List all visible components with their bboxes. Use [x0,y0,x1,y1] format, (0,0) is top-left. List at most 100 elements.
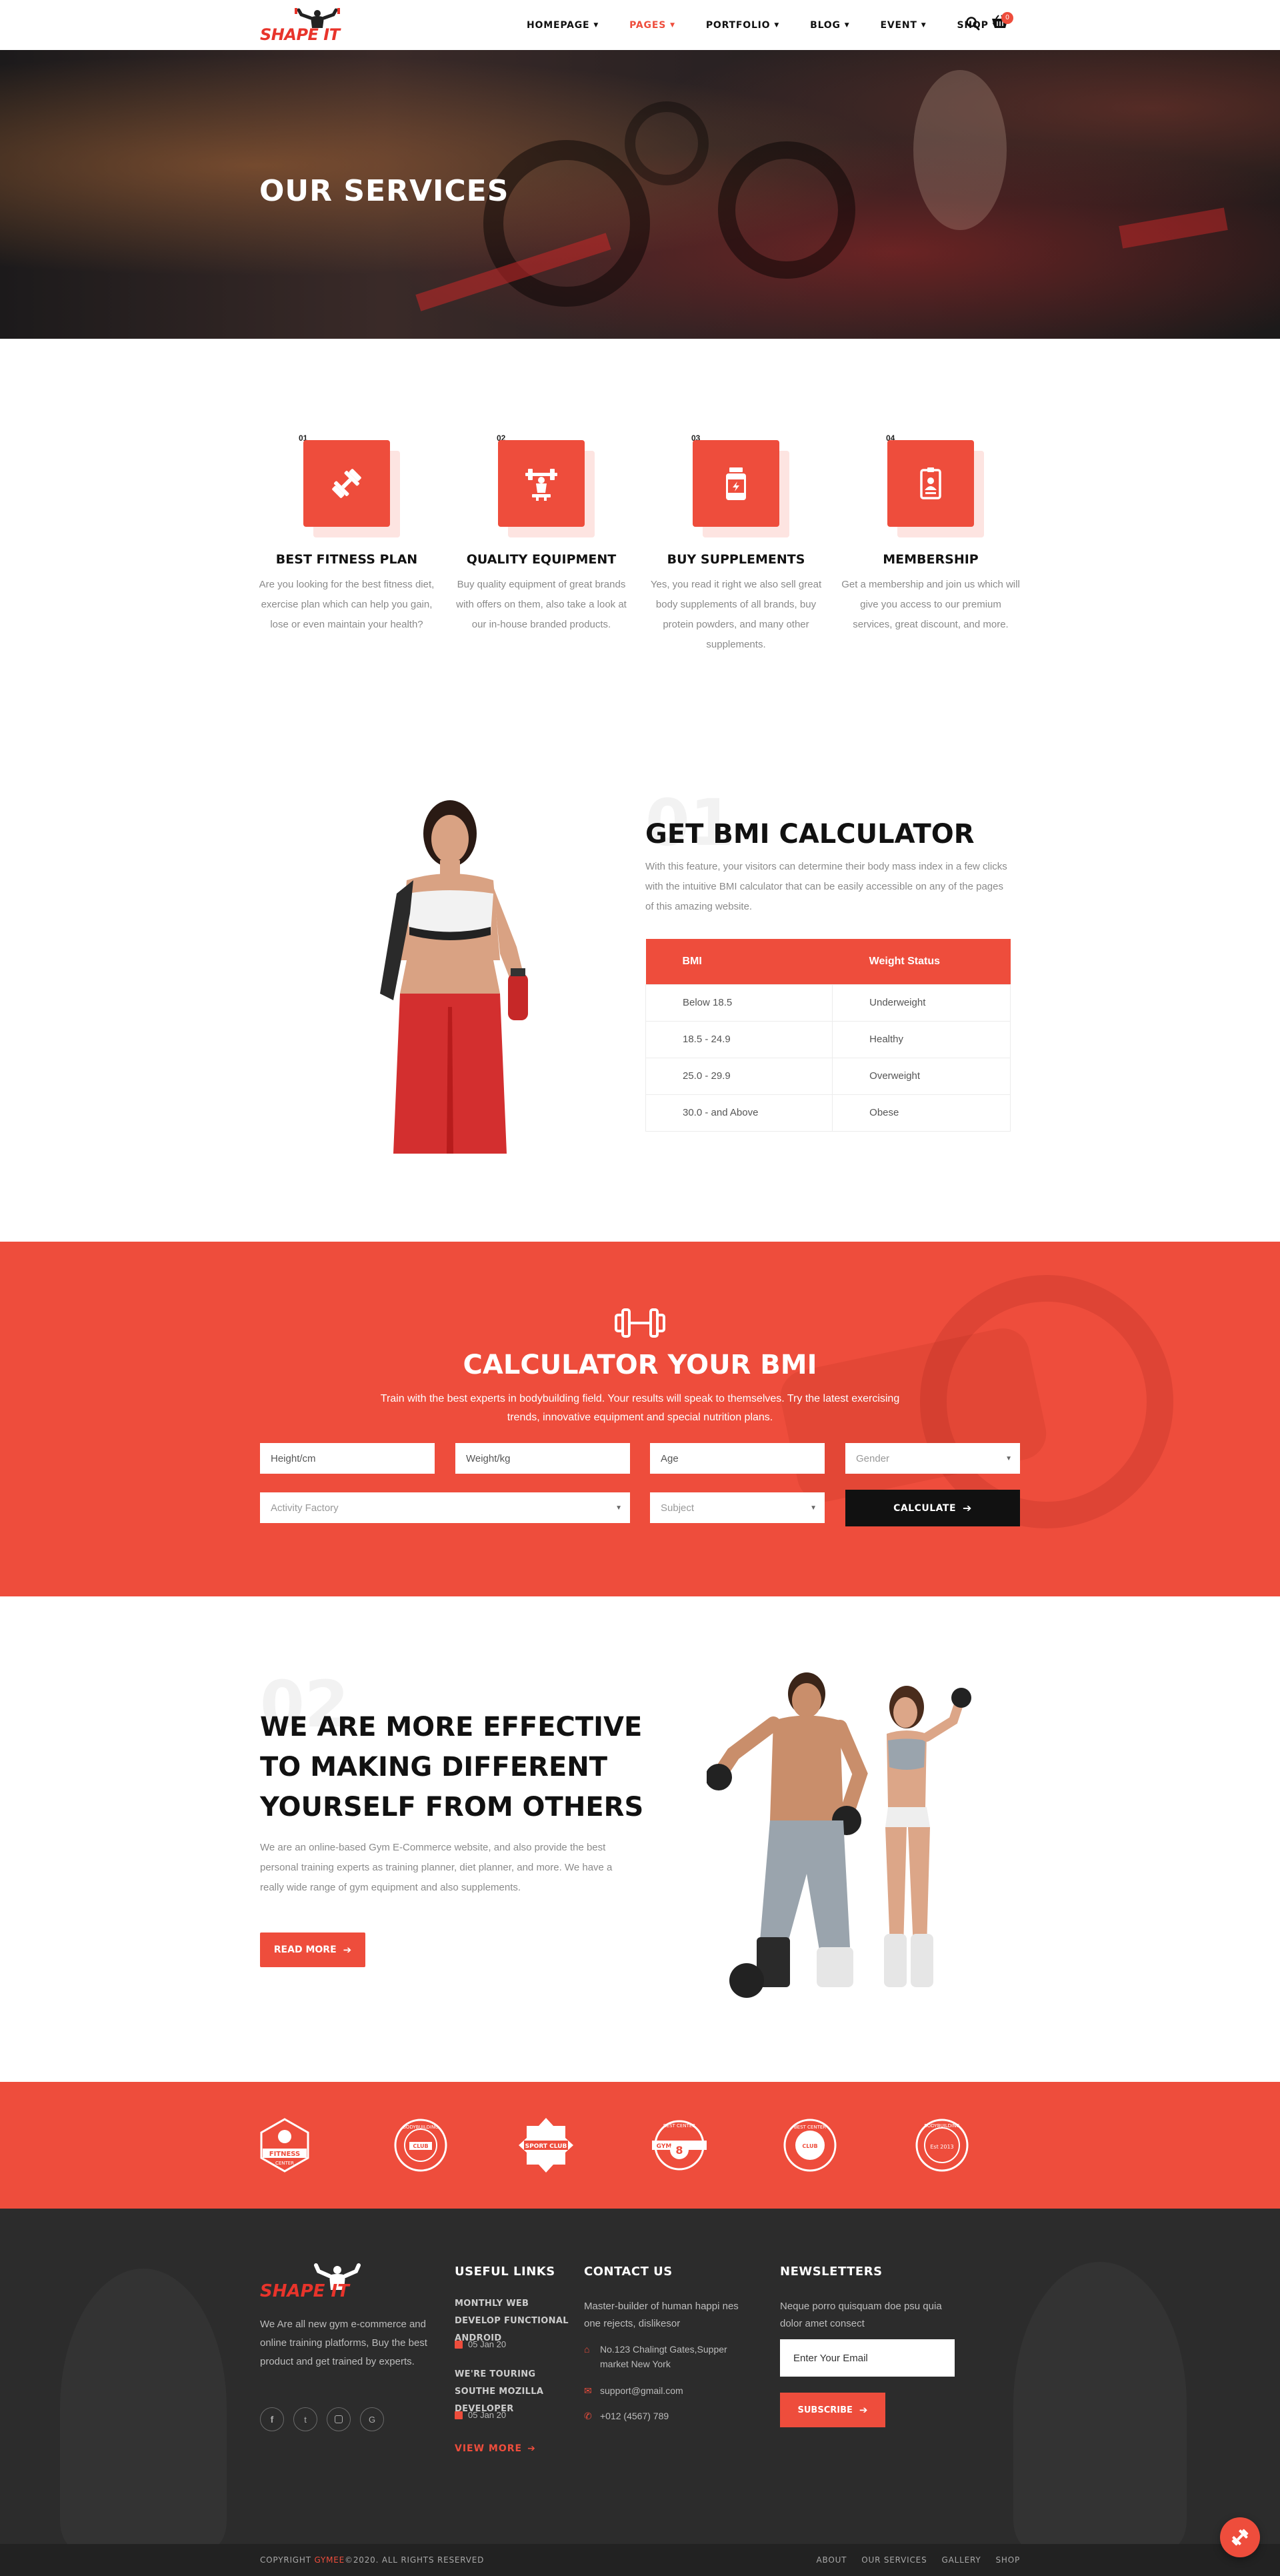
service-title: BEST FITNESS PLAN [275,552,418,567]
gender-select[interactable]: Gender ▼ [845,1443,1020,1474]
service-title: MEMBERSHIP [883,552,979,567]
table-header: Weight Status [832,939,1011,984]
copyright-brand[interactable]: GYMEE [314,2555,345,2565]
select-value: Gender [856,1452,890,1464]
logo-label: FITNESS [269,2151,301,2158]
nav-portfolio[interactable]: PORTFOLIO ▼ [706,20,779,31]
button-label: SUBSCRIBE [797,2405,853,2415]
google-icon[interactable]: G [360,2407,384,2431]
calculate-button[interactable]: CALCULATE ➔ [845,1490,1020,1526]
page-hero: OUR SERVICES [0,50,1280,339]
bmi-table: BMI Weight Status Below 18.5 Underweight… [645,939,1011,1132]
hero-background-image [0,50,1280,339]
bmi-section-desc: With this feature, your visitors can det… [645,861,1007,912]
service-icon-box [498,440,585,527]
service-title: BUY SUPPLEMENTS [667,552,805,567]
contact-address: ⌂ No.123 Chalingt Gates,Supper market New… [584,2342,757,2371]
site-header: SHAPE IT HOMEPAGE ▼ PAGES ▼ PORTFOLIO ▼ BLO… [0,0,1280,50]
contact-email[interactable]: ✉ support@gmail.com [584,2383,683,2398]
calculator-title: CALCULATOR YOUR BMI [463,1350,817,1380]
table-cell: 18.5 - 24.9 [645,1020,833,1058]
fitness-center-logo-icon: FITNESS CENTER [260,2118,309,2173]
bmi-section-title: GET BMI CALCULATOR [645,819,975,850]
best-center-logo-icon: BEST CENTER CLUB [783,2119,837,2172]
copyright-prefix: COPYRIGHT [260,2555,311,2565]
facebook-icon[interactable]: f [260,2407,284,2431]
email-text: support@gmail.com [600,2385,683,2396]
table-cell: Obese [832,1094,1011,1132]
envelope-icon: ✉ [584,2385,592,2396]
service-icon-box [887,440,974,527]
effective-section-title: WE ARE MORE EFFECTIVE TO MAKING DIFFEREN… [260,1712,644,1822]
logo-sublabel: BEST CENTER [663,2123,695,2129]
subject-select[interactable]: Subject ▼ [650,1492,825,1523]
subscribe-button[interactable]: SUBSCRIBE ➔ [780,2393,885,2427]
cart-count-badge: 0 [1001,12,1013,24]
page-title: OUR SERVICES [259,174,509,208]
bottom-link-shop[interactable]: SHOP [995,2555,1020,2565]
supplement-jar-icon [726,467,746,500]
read-more-button[interactable]: READ MORE ➔ [260,1933,365,1967]
logo-label: SPORT CLUB [525,2143,567,2150]
table-cell: Below 18.5 [645,984,833,1022]
age-input[interactable] [650,1443,825,1474]
footer-about: We Are all new gym e-commerce and online… [260,2319,427,2367]
address-text: No.123 Chalingt Gates,Supper market New … [600,2344,727,2369]
effective-section-desc: We are an online-based Gym E-Commerce we… [260,1842,613,1893]
bmi-calculator-section: CALCULATOR YOUR BMI Train with the best … [0,1242,1280,1596]
instagram-icon[interactable] [327,2407,351,2431]
footer-background-figure [1013,2262,1187,2544]
dumbbell-icon [615,1308,665,1338]
arrow-right-icon: ➔ [527,2443,536,2454]
dumbbell-icon [332,469,361,498]
activity-factor-select[interactable]: Activity Factory ▼ [260,1492,630,1523]
footer-post-date: 05 Jan 20 [455,2339,506,2349]
service-icon-box [303,440,390,527]
copyright-suffix: ©2020. ALL RIGHTS RESERVED [345,2555,485,2565]
fitness-couple-image [707,1672,971,1998]
contact-phone[interactable]: ✆ +012 (4567) 789 [584,2409,669,2423]
partner-logos-band: FITNESS CENTER BODYBUILDING CLUB SPORT C… [0,2082,1280,2209]
table-cell: 25.0 - 29.9 [645,1057,833,1095]
nav-pages[interactable]: PAGES ▼ [629,20,675,31]
search-icon[interactable] [965,16,980,31]
logo-sublabel: CLUB [802,2143,817,2149]
fitness-woman-image [380,800,528,1154]
bottom-link-gallery[interactable]: GALLERY [942,2555,981,2565]
service-title: QUALITY EQUIPMENT [466,552,617,567]
table-cell: Underweight [832,984,1011,1022]
logo-text: SHAPE IT [260,25,340,44]
button-label: READ MORE [273,1945,337,1955]
table-cell: 30.0 - and Above [645,1094,833,1132]
main-nav: HOMEPAGE ▼ PAGES ▼ PORTFOLIO ▼ BLOG ▼ EVENT ▼… [527,0,1028,50]
link-label: VIEW MORE [455,2443,523,2454]
footer-background-figure [60,2269,227,2544]
logo-label: BEST CENTER [794,2125,826,2130]
height-input[interactable] [260,1443,435,1474]
bottom-link-services[interactable]: OUR SERVICES [861,2555,927,2565]
weight-input[interactable] [455,1443,630,1474]
footer-logo[interactable]: SHAPE IT [259,2263,379,2303]
chevron-down-icon: ▼ [670,21,675,29]
floating-action-button[interactable] [1220,2517,1260,2557]
newsletter-email-input[interactable] [780,2339,955,2377]
nav-event[interactable]: EVENT ▼ [881,20,927,31]
service-desc: Buy quality equipment of great brands wi… [456,579,627,630]
logo-label: GYM [657,2143,672,2150]
date-text: 05 Jan 20 [468,2339,507,2349]
copyright-text: COPYRIGHT GYMEE©2020. ALL RIGHTS RESERVE… [260,2555,484,2565]
home-icon: ⌂ [584,2344,590,2355]
chevron-down-icon: ▼ [774,21,780,29]
twitter-icon[interactable]: t [293,2407,317,2431]
site-footer: SHAPE IT We Are all new gym e-commerce a… [0,2209,1280,2544]
nav-blog[interactable]: BLOG ▼ [810,20,849,31]
bottom-link-about[interactable]: ABOUT [817,2555,847,2565]
view-more-link[interactable]: VIEW MORE ➔ [455,2443,536,2454]
calculator-desc: Train with the best experts in bodybuild… [380,1393,900,1423]
site-logo[interactable]: SHAPE IT [259,8,352,44]
table-row: 18.5 - 24.9 Healthy [645,1020,1011,1058]
calendar-icon [455,2411,463,2419]
nav-homepage[interactable]: HOMEPAGE ▼ [527,20,599,31]
logo-text: SHAPE IT [260,2281,351,2301]
newsletter-desc: Neque porro quisquam doe psu quia dolor … [780,2301,942,2329]
